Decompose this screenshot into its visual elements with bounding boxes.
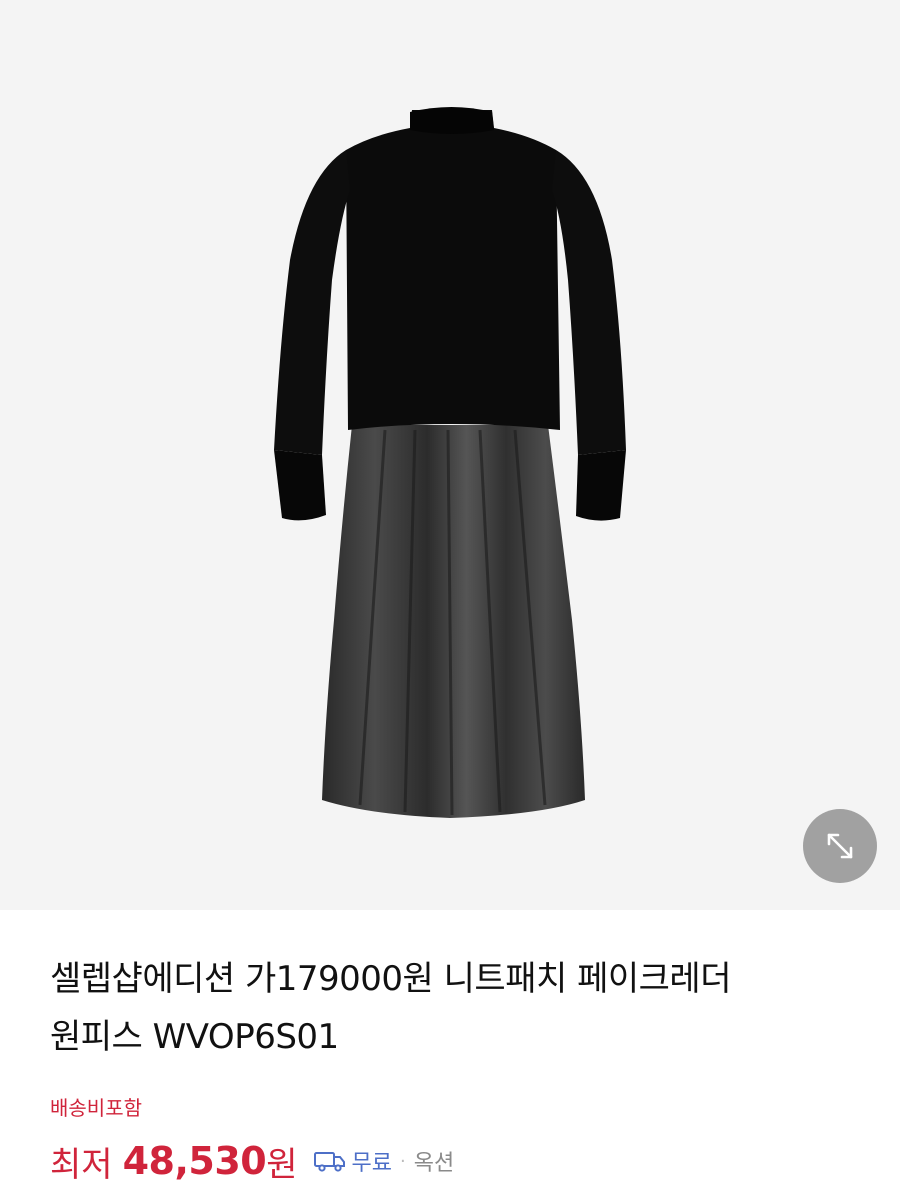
product-title-line2: 원피스 WVOP6S01 <box>50 1017 339 1057</box>
shipping-included-note: 배송비포함 <box>50 1096 142 1120</box>
zoom-button[interactable] <box>803 809 877 883</box>
separator-dot: · <box>399 1150 406 1172</box>
expand-diagonal-icon <box>827 833 853 859</box>
price-value: 48,530 <box>122 1139 267 1183</box>
product-image-area[interactable] <box>0 0 900 910</box>
product-title-line1: 셀렙샵에디션 가179000원 니트패치 페이크레더 <box>50 959 731 999</box>
product-image[interactable] <box>0 0 900 910</box>
product-info: 셀렙샵에디션 가179000원 니트패치 페이크레더 원피스 WVOP6S01 … <box>0 910 900 1200</box>
lowest-price-label: 최저 <box>50 1144 113 1185</box>
price-unit: 원 <box>266 1144 298 1185</box>
free-delivery-text: 무료 <box>351 1151 392 1176</box>
truck-icon <box>314 1152 346 1172</box>
product-title[interactable]: 셀렙샵에디션 가179000원 니트패치 페이크레더 원피스 WVOP6S01 <box>50 950 870 1066</box>
price-row: 최저 48,530 원 무료 · 옥션 <box>50 1134 454 1188</box>
marketplace-name[interactable]: 옥션 <box>414 1145 454 1177</box>
